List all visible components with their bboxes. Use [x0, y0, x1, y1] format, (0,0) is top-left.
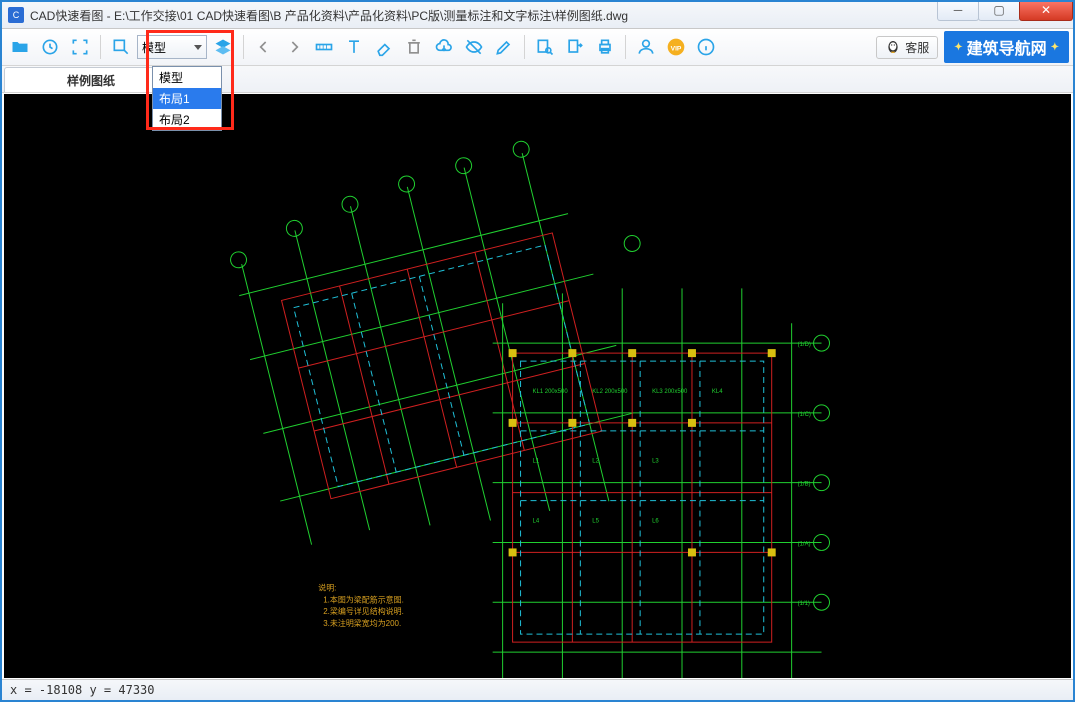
measure-button[interactable]	[310, 33, 338, 61]
svg-text:L6: L6	[652, 519, 659, 525]
svg-text:(1/C): (1/C)	[798, 412, 811, 418]
svg-text:KL4: KL4	[712, 389, 723, 395]
document-tab-label: 样例图纸	[67, 72, 115, 89]
svg-text:(1/B): (1/B)	[798, 482, 811, 488]
toolbar-right: 客服 ✦ 建筑导航网 ✦	[876, 31, 1069, 63]
svg-text:KL1 200x500: KL1 200x500	[533, 389, 569, 395]
layers-button[interactable]	[209, 33, 237, 61]
status-bar: x = -18108 y = 47330	[2, 679, 1073, 700]
svg-text:KL2 200x500: KL2 200x500	[592, 389, 628, 395]
svg-text:(1/D): (1/D)	[798, 342, 811, 348]
qq-support-button[interactable]: 客服	[876, 36, 938, 59]
undo-button[interactable]	[250, 33, 278, 61]
cloud-download-button[interactable]	[430, 33, 458, 61]
maximize-button[interactable]: ▢	[978, 0, 1020, 21]
eraser-button[interactable]	[370, 33, 398, 61]
separator	[625, 35, 626, 59]
svg-text:(1/1): (1/1)	[798, 601, 810, 607]
svg-text:2.梁编号详见结构说明.: 2.梁编号详见结构说明.	[323, 606, 404, 616]
info-button[interactable]	[692, 33, 720, 61]
svg-text:说明:: 说明:	[318, 582, 336, 592]
svg-text:KL3 200x500: KL3 200x500	[652, 389, 688, 395]
close-button[interactable]: ✕	[1019, 0, 1073, 21]
svg-text:L2: L2	[592, 459, 599, 465]
nav-site-label: 建筑导航网	[967, 35, 1047, 59]
dropdown-option-layout1[interactable]: 布局1	[153, 88, 221, 109]
recent-button[interactable]	[36, 33, 64, 61]
titlebar: C CAD快速看图 - E:\工作交接\01 CAD快速看图\B 产品化资料\产…	[2, 2, 1073, 29]
app-icon: C	[8, 7, 24, 23]
find-button[interactable]	[531, 33, 559, 61]
redo-button[interactable]	[280, 33, 308, 61]
qq-icon	[885, 39, 901, 55]
svg-text:1.本图为梁配筋示意图.: 1.本图为梁配筋示意图.	[323, 594, 404, 604]
minimize-button[interactable]: ─	[937, 0, 979, 21]
space-combo-label: 模型	[142, 39, 166, 56]
zoom-extents-button[interactable]	[66, 33, 94, 61]
separator	[100, 35, 101, 59]
chevron-down-icon	[194, 45, 202, 50]
qq-support-label: 客服	[905, 39, 929, 56]
svg-text:L4: L4	[533, 519, 540, 525]
dropdown-option-model[interactable]: 模型	[153, 67, 221, 88]
confetti-icon: ✦	[954, 42, 962, 53]
svg-text:(1/A): (1/A)	[798, 541, 811, 547]
svg-text:VIP: VIP	[671, 45, 682, 52]
edit-button[interactable]	[490, 33, 518, 61]
nav-site-button[interactable]: ✦ 建筑导航网 ✦	[944, 31, 1069, 63]
space-combo[interactable]: 模型	[137, 35, 207, 59]
zoom-window-button[interactable]	[107, 33, 135, 61]
window-title: CAD快速看图 - E:\工作交接\01 CAD快速看图\B 产品化资料\产品化…	[30, 7, 938, 24]
svg-text:L1: L1	[533, 459, 540, 465]
separator	[524, 35, 525, 59]
export-button[interactable]	[561, 33, 589, 61]
text-button[interactable]	[340, 33, 368, 61]
svg-text:L5: L5	[592, 519, 599, 525]
coordinates-readout: x = -18108 y = 47330	[10, 683, 155, 697]
svg-text:L3: L3	[652, 459, 659, 465]
delete-button[interactable]	[400, 33, 428, 61]
app-window: C CAD快速看图 - E:\工作交接\01 CAD快速看图\B 产品化资料\产…	[0, 0, 1075, 702]
drawing-canvas[interactable]: KL1 200x500 KL2 200x500 KL3 200x500 KL4 L1…	[4, 94, 1071, 678]
svg-text:3.未注明梁宽均为200.: 3.未注明梁宽均为200.	[323, 618, 401, 628]
window-control-group: ─ ▢ ✕	[938, 2, 1073, 28]
print-button[interactable]	[591, 33, 619, 61]
space-dropdown: 模型 布局1 布局2	[152, 66, 222, 131]
hide-button[interactable]	[460, 33, 488, 61]
open-file-button[interactable]	[6, 33, 34, 61]
user-button[interactable]	[632, 33, 660, 61]
separator	[243, 35, 244, 59]
toolbar: 模型 VIP 客服 ✦ 建筑导航网 ✦	[2, 29, 1073, 66]
dropdown-option-layout2[interactable]: 布局2	[153, 109, 221, 130]
confetti-icon: ✦	[1051, 42, 1059, 53]
vip-button[interactable]: VIP	[662, 33, 690, 61]
